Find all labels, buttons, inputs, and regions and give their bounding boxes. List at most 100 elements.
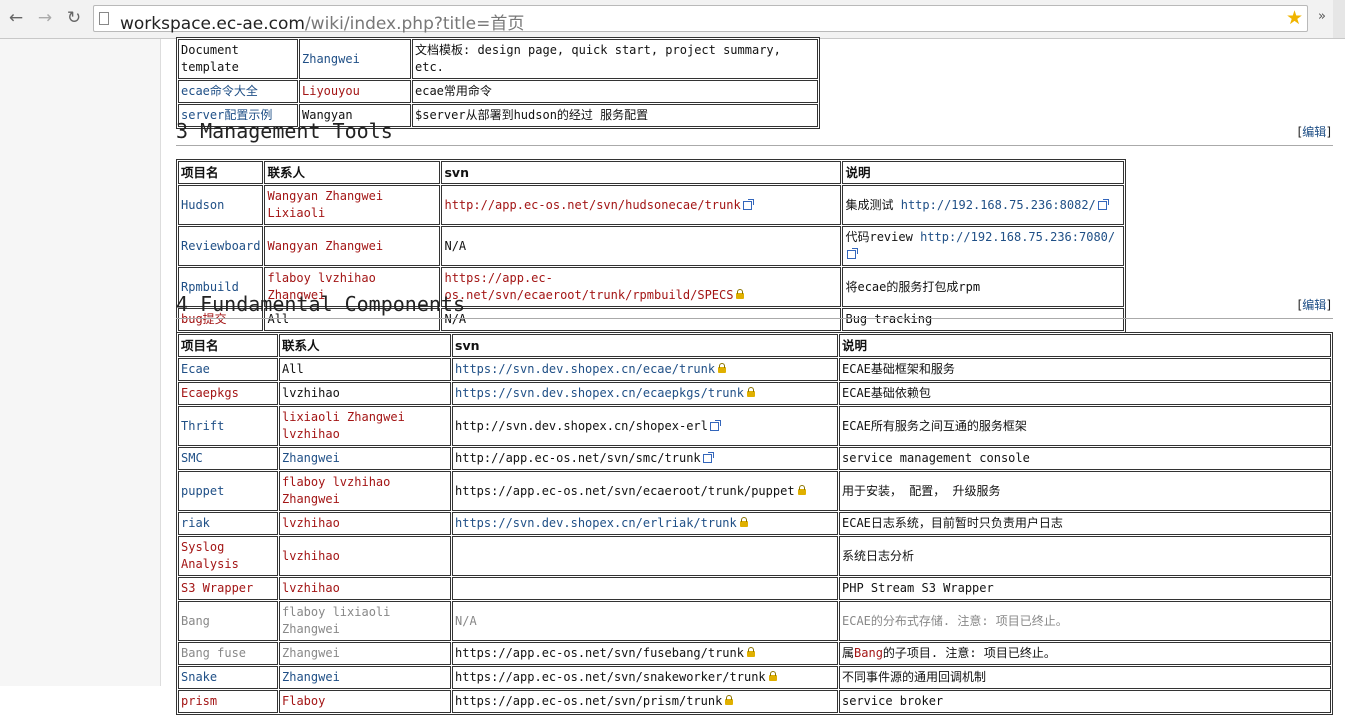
project-link[interactable]: Syslog Analysis	[181, 540, 239, 571]
project-link[interactable]: SMC	[181, 451, 203, 465]
table-row: puppet flaboy lvzhihao Zhangwei https://ap…	[178, 471, 1331, 511]
url-text[interactable]: workspace.ec-ae.com/wiki/index.php?title…	[120, 9, 524, 34]
svn-link[interactable]: https://svn.dev.shopex.cn/ecae/trunk	[455, 362, 715, 376]
contact-cell: lvzhihao	[279, 382, 451, 405]
svn-cell: http://svn.dev.shopex.cn/shopex-erl	[452, 406, 838, 446]
desc-cell: $server从部署到hudson的经过 服务配置	[412, 104, 818, 127]
contact-link[interactable]: Wangyan Zhangwei Lixiaoli	[267, 189, 383, 220]
contact-link: All	[282, 362, 304, 376]
table-row: S3 Wrapper lvzhihao PHP Stream S3 Wrapper	[178, 577, 1331, 600]
svn-link[interactable]: https://svn.dev.shopex.cn/erlriak/trunk	[455, 516, 737, 530]
desc-cell: ecae常用命令	[412, 80, 818, 103]
project-link[interactable]: riak	[181, 516, 210, 530]
external-link-icon	[742, 198, 754, 210]
lock-icon	[797, 484, 806, 495]
svn-link[interactable]: https://app.ec-os.net/svn/snakeworker/tr…	[455, 670, 766, 684]
project-link[interactable]: puppet	[181, 484, 224, 498]
contact-link[interactable]: Zhangwei	[282, 670, 340, 684]
project-link[interactable]: Bang	[181, 614, 210, 628]
desc-link[interactable]: http://192.168.75.236:7080/	[920, 230, 1115, 244]
toolbar-edge	[1333, 0, 1345, 38]
desc-cell: 集成测试 http://192.168.75.236:8082/	[842, 185, 1124, 225]
contact-link[interactable]: Zhangwei	[282, 451, 340, 465]
project-link[interactable]: Ecae	[181, 362, 210, 376]
reload-icon[interactable]: ↻	[64, 8, 84, 28]
contact-cell: Flaboy	[279, 690, 451, 713]
contact-link: lvzhihao	[282, 386, 340, 400]
bookmark-star-icon[interactable]: ★	[1286, 7, 1303, 29]
svn-link[interactable]: N/A	[455, 614, 477, 628]
contact-link[interactable]: lvzhihao	[282, 516, 340, 530]
project-link[interactable]: Thrift	[181, 419, 224, 433]
contact-link[interactable]: lvzhihao	[282, 549, 340, 563]
desc-text: ECAE的分布式存储. 注意: 项目已终止。	[842, 613, 1068, 628]
svn-link[interactable]: https://app.ec-os.net/svn/ecaeroot/trunk…	[444, 271, 733, 302]
svn-cell	[452, 536, 838, 576]
desc-text: 集成测试	[845, 197, 901, 212]
contact-link[interactable]: lvzhihao	[282, 581, 340, 595]
page-icon	[99, 12, 109, 25]
svn-link[interactable]: http://app.ec-os.net/svn/hudsonecae/trun…	[444, 198, 740, 212]
name-cell: riak	[178, 512, 278, 535]
project-link[interactable]: Bang fuse	[181, 646, 246, 660]
page-link[interactable]: ecae命令大全	[181, 84, 258, 98]
svn-cell	[452, 577, 838, 600]
contact-link[interactable]: Flaboy	[282, 694, 325, 708]
back-arrow-icon[interactable]: ←	[6, 8, 26, 28]
contact-link[interactable]: Wangyan Zhangwei	[267, 239, 383, 253]
lock-icon	[768, 671, 777, 681]
more-bookmarks-icon[interactable]: »	[1318, 9, 1326, 24]
desc-text: PHP Stream S3 Wrapper	[842, 581, 994, 595]
svn-link[interactable]: https://svn.dev.shopex.cn/ecaepkgs/trunk	[455, 386, 744, 400]
desc-text: service management console	[842, 451, 1030, 465]
table-row: Bang flaboy lixiaoli Zhangwei N/A ECAE的分布式存…	[178, 601, 1331, 641]
name-cell: Bang fuse	[178, 642, 278, 665]
svn-link[interactable]: https://app.ec-os.net/svn/ecaeroot/trunk…	[455, 484, 795, 498]
svn-link[interactable]: https://app.ec-os.net/svn/fusebang/trunk	[455, 646, 744, 660]
forward-arrow-icon[interactable]: →	[35, 8, 55, 28]
lock-icon	[746, 647, 755, 657]
name-cell: SMC	[178, 447, 278, 470]
desc-text: service broker	[842, 694, 944, 708]
svn-cell: https://app.ec-os.net/svn/ecaeroot/trunk…	[441, 267, 842, 307]
project-link[interactable]: prism	[181, 694, 217, 708]
desc-text: 将ecae的服务打包成rpm	[845, 279, 981, 294]
svn-link[interactable]: https://app.ec-os.net/svn/prism/trunk	[455, 694, 722, 708]
table-row: Bang fuse Zhangwei https://app.ec-os.net/s…	[178, 642, 1331, 665]
external-link-icon	[702, 452, 714, 463]
desc-cell: ECAE日志系统，目前暂时只负责用户日志	[839, 512, 1331, 535]
section-3-edit[interactable]: [编辑]	[1298, 123, 1331, 140]
desc-text: ECAE基础框架和服务	[842, 362, 955, 376]
table-row: Thrift lixiaoli Zhangwei lvzhihao http://s…	[178, 406, 1331, 446]
contact-link[interactable]: Liyouyou	[302, 84, 360, 98]
page-link[interactable]: Document template	[181, 43, 239, 74]
address-bar[interactable]: workspace.ec-ae.com/wiki/index.php?title…	[93, 5, 1308, 34]
desc-link[interactable]: http://192.168.75.236:8082/	[901, 198, 1096, 212]
name-cell: prism	[178, 690, 278, 713]
name-cell: Ecaepkgs	[178, 382, 278, 405]
contact-link[interactable]: flaboy lvzhihao Zhangwei	[282, 475, 390, 506]
table-row: Document template Zhangwei 文档模板: design pa…	[178, 39, 818, 79]
name-cell: Bang	[178, 601, 278, 641]
section-4-edit[interactable]: [编辑]	[1298, 296, 1331, 313]
svn-link[interactable]: http://app.ec-os.net/svn/smc/trunk	[455, 451, 701, 465]
column-header: 说明	[839, 334, 1331, 357]
contact-cell: Zhangwei	[279, 447, 451, 470]
contact-link[interactable]: flaboy lixiaoli Zhangwei	[282, 605, 390, 636]
contact-link[interactable]: lixiaoli Zhangwei lvzhihao	[282, 410, 405, 441]
contact-link[interactable]: Zhangwei	[282, 646, 340, 660]
svn-link[interactable]: http://svn.dev.shopex.cn/shopex-erl	[455, 419, 708, 433]
project-link[interactable]: Ecaepkgs	[181, 386, 239, 400]
section-3-heading: 3 Management Tools	[176, 119, 393, 143]
contact-cell: lvzhihao	[279, 577, 451, 600]
column-header: 说明	[842, 161, 1124, 184]
project-link[interactable]: S3 Wrapper	[181, 581, 253, 595]
desc-text: 不同事件源的通用回调机制	[842, 670, 987, 684]
contact-cell: Zhangwei	[299, 39, 411, 79]
project-link[interactable]: Snake	[181, 670, 217, 684]
desc-link[interactable]: Bang	[854, 646, 883, 660]
contact-cell: lixiaoli Zhangwei lvzhihao	[279, 406, 451, 446]
project-link[interactable]: Hudson	[181, 198, 224, 212]
contact-link[interactable]: Zhangwei	[302, 52, 360, 66]
project-link[interactable]: Reviewboard	[181, 239, 260, 253]
